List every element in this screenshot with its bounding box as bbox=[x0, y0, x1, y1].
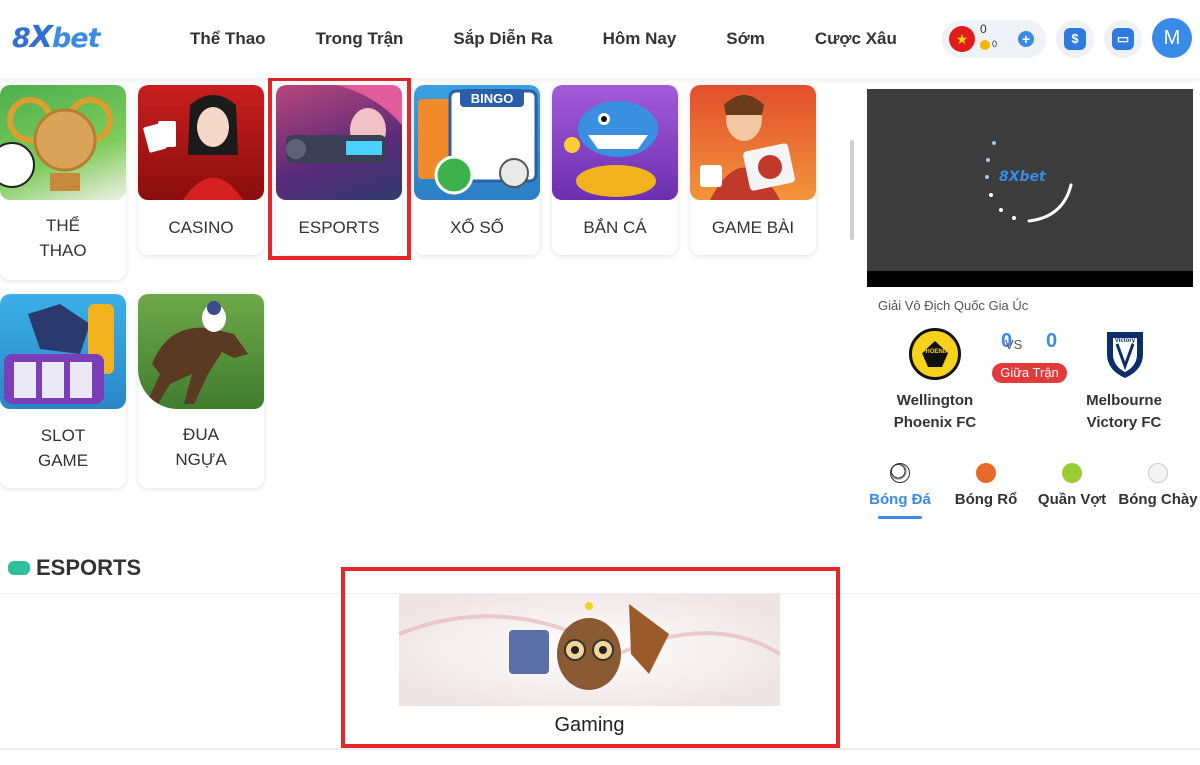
sports-art bbox=[0, 85, 126, 200]
league-name: Giải Vô Địch Quốc Gia Úc bbox=[878, 298, 1029, 313]
bingo-card-icon: BINGO bbox=[418, 89, 538, 195]
basketball-icon bbox=[976, 463, 996, 483]
esports-tile-highlight bbox=[268, 77, 411, 260]
shark-icon bbox=[564, 101, 658, 197]
wallet-balance[interactable]: ★ 0 0 + bbox=[942, 20, 1046, 58]
card-game-art bbox=[690, 85, 816, 200]
soccer-ball-icon bbox=[890, 463, 910, 483]
svg-text:BINGO: BINGO bbox=[471, 91, 514, 106]
away-team-name: Melbourne Victory FC bbox=[1086, 392, 1162, 431]
nav-cuoc-xau[interactable]: Cược Xâu bbox=[815, 29, 897, 49]
wellington-phoenix-logo-icon: PHOENIX bbox=[909, 328, 961, 380]
tab-bong-da[interactable]: Bóng Đá bbox=[857, 455, 943, 520]
tile-label: BẮN CÁ bbox=[583, 218, 647, 237]
add-funds-icon[interactable]: + bbox=[1018, 31, 1034, 47]
baseball-icon bbox=[1148, 463, 1168, 483]
nav-som[interactable]: Sớm bbox=[726, 29, 765, 49]
home-team-name: Wellington Phoenix FC bbox=[893, 392, 977, 431]
user-avatar[interactable]: M bbox=[1152, 18, 1192, 58]
tile-label: THỂ THAO bbox=[39, 216, 87, 260]
tab-bong-chay[interactable]: Bóng Chày bbox=[1115, 455, 1200, 520]
tennis-ball-icon bbox=[1062, 463, 1082, 483]
gamepad-icon bbox=[8, 561, 30, 575]
scrollbar[interactable] bbox=[850, 140, 854, 240]
tile-label: CASINO bbox=[168, 218, 234, 237]
brand-logo[interactable]: 8Xbet bbox=[12, 20, 100, 55]
game-tile-game-bai[interactable]: GAME BÀI bbox=[690, 85, 816, 255]
vietnam-flag-icon: ★ bbox=[949, 26, 975, 52]
match-status-badge: Giữa Trận bbox=[992, 363, 1067, 383]
balance-value: 0 bbox=[980, 22, 987, 36]
game-tile-the-thao[interactable]: THỂ THAO bbox=[0, 85, 126, 280]
tile-label: ĐUA NGỰA bbox=[175, 425, 227, 469]
tab-bong-ro[interactable]: Bóng Rổ bbox=[943, 455, 1029, 520]
loading-spinner-icon bbox=[985, 141, 1073, 223]
casino-dealer-icon bbox=[143, 95, 243, 200]
section-title: ESPORTS bbox=[36, 555, 142, 580]
horse-racing-art bbox=[138, 294, 264, 409]
card-button[interactable]: ▭ bbox=[1104, 20, 1142, 58]
nav-trong-tran[interactable]: Trong Trận bbox=[316, 29, 404, 49]
soccer-trophy-icon bbox=[0, 97, 113, 191]
anubis-slot-icon bbox=[4, 304, 114, 404]
match-card[interactable]: Giải Vô Địch Quốc Gia Úc PHOENIX 0 VS 0 … bbox=[867, 290, 1193, 450]
active-tab-indicator bbox=[878, 516, 922, 519]
game-tile-xo-so[interactable]: BINGO XỔ SỐ bbox=[414, 85, 540, 255]
svg-text:Victory: Victory bbox=[1115, 338, 1136, 344]
victory-shield-icon: Victory bbox=[1107, 332, 1143, 378]
sports-tabs: Bóng Đá Bóng Rổ Quần Vợt Bóng Chày bbox=[857, 455, 1200, 520]
nav-sap-dien-ra[interactable]: Sắp Diễn Ra bbox=[453, 29, 552, 49]
coin-value: 0 bbox=[992, 39, 998, 49]
live-video-player[interactable]: 8Xbet bbox=[867, 89, 1193, 287]
horse-jockey-icon bbox=[148, 301, 248, 404]
tab-quan-vot[interactable]: Quần Vợt bbox=[1029, 455, 1115, 520]
main-nav: Thể Thao Trong Trận Sắp Diễn Ra Hôm Nay … bbox=[190, 0, 947, 78]
tile-label: GAME BÀI bbox=[711, 218, 795, 237]
deposit-button[interactable]: $ bbox=[1056, 20, 1094, 58]
tile-label: SLOT GAME bbox=[37, 426, 89, 470]
gaming-banner-highlight bbox=[341, 567, 840, 748]
game-tile-dua-ngua[interactable]: ĐUA NGỰA bbox=[138, 294, 264, 488]
bottom-divider bbox=[0, 748, 1200, 750]
money-bag-icon: $ bbox=[1064, 28, 1086, 50]
tile-label: XỔ SỐ bbox=[450, 218, 504, 237]
nav-hom-nay[interactable]: Hôm Nay bbox=[603, 29, 677, 49]
game-tile-slot-game[interactable]: SLOT GAME bbox=[0, 294, 126, 488]
melbourne-victory-logo-icon: Victory bbox=[1099, 328, 1151, 380]
casino-art bbox=[138, 85, 264, 200]
svg-text:PHOENIX: PHOENIX bbox=[921, 349, 948, 355]
away-score: 0 bbox=[1046, 330, 1058, 352]
game-tile-casino[interactable]: CASINO bbox=[138, 85, 264, 255]
fishing-art bbox=[552, 85, 678, 200]
nav-the-thao[interactable]: Thể Thao bbox=[190, 29, 266, 49]
video-control-bar[interactable] bbox=[867, 271, 1193, 287]
game-tile-ban-ca[interactable]: BẮN CÁ bbox=[552, 85, 678, 255]
video-brand-logo: 8Xbet bbox=[999, 169, 1046, 185]
header: 8Xbet Thể Thao Trong Trận Sắp Diễn Ra Hô… bbox=[0, 0, 1200, 78]
coin-icon bbox=[980, 40, 990, 50]
card-icon: ▭ bbox=[1112, 28, 1134, 50]
versus-label: VS bbox=[1005, 337, 1023, 352]
phoenix-crest-icon: PHOENIX bbox=[921, 341, 949, 367]
lottery-art: BINGO bbox=[414, 85, 540, 200]
slot-art bbox=[0, 294, 126, 409]
card-game-man-icon bbox=[700, 95, 795, 200]
esports-section-header: ESPORTS bbox=[8, 555, 141, 581]
